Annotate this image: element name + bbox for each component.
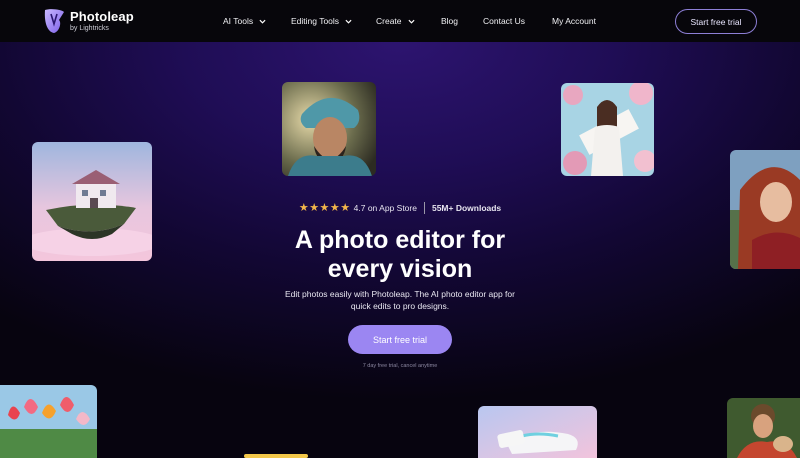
nav-item-blog[interactable]: Blog [441, 16, 458, 26]
brand-name: Photoleap [70, 9, 134, 24]
star-rating-icon: ★★★★★ [298, 202, 351, 214]
brand-sub: by Lightricks [70, 25, 109, 32]
nav-item-label: AI Tools [223, 16, 254, 26]
nav-item-label: Contact Us [483, 16, 526, 26]
headline-line-2: every vision [327, 255, 473, 283]
start-free-trial-nav-button[interactable]: Start free trial [675, 9, 757, 34]
nav-item-my-account[interactable]: My Account [552, 16, 596, 26]
rating-text: 4.7 on App Store [353, 202, 417, 213]
chevron-down-icon [259, 19, 266, 24]
nav-item-label: Create [376, 16, 402, 26]
chevron-down-icon [407, 19, 415, 24]
partial-image-edge [244, 454, 308, 458]
rating-bar: ★★★★★ 4.7 on App Store 55M+ Downloads [0, 201, 800, 214]
sneaker-image [478, 406, 597, 458]
warrior-portrait-image [282, 82, 376, 176]
trial-note: 7 day free trial, cancel anytime [362, 363, 438, 369]
nav-item-label: Blog [441, 16, 459, 26]
divider [423, 201, 425, 214]
top-nav: Photoleap by Lightricks AI Tools Editing… [0, 0, 800, 42]
floral-portrait-image [561, 83, 654, 176]
nav-item-editing-tools[interactable]: Editing Tools [291, 16, 352, 26]
downloads-text: 55M+ Downloads [431, 202, 502, 213]
brand-logo[interactable]: Photoleap by Lightricks [42, 8, 134, 34]
nav-item-create[interactable]: Create [376, 16, 415, 26]
nav-item-contact-us[interactable]: Contact Us [483, 16, 525, 26]
nav-item-label: My Account [552, 16, 596, 26]
chevron-down-icon [345, 19, 352, 24]
headline-line-1: A photo editor for [294, 226, 506, 254]
hero-headline: A photo editor for every vision [0, 226, 800, 284]
nav-item-label: Editing Tools [291, 16, 340, 26]
tulips-image [0, 385, 97, 458]
start-free-trial-button[interactable]: Start free trial [348, 325, 452, 354]
photoleap-logo-icon [44, 9, 64, 33]
nav-item-ai-tools[interactable]: AI Tools [223, 16, 266, 26]
hero-subtext: Edit photos easily with Photoleap. The A… [285, 289, 515, 311]
man-with-dog-image [727, 398, 800, 458]
